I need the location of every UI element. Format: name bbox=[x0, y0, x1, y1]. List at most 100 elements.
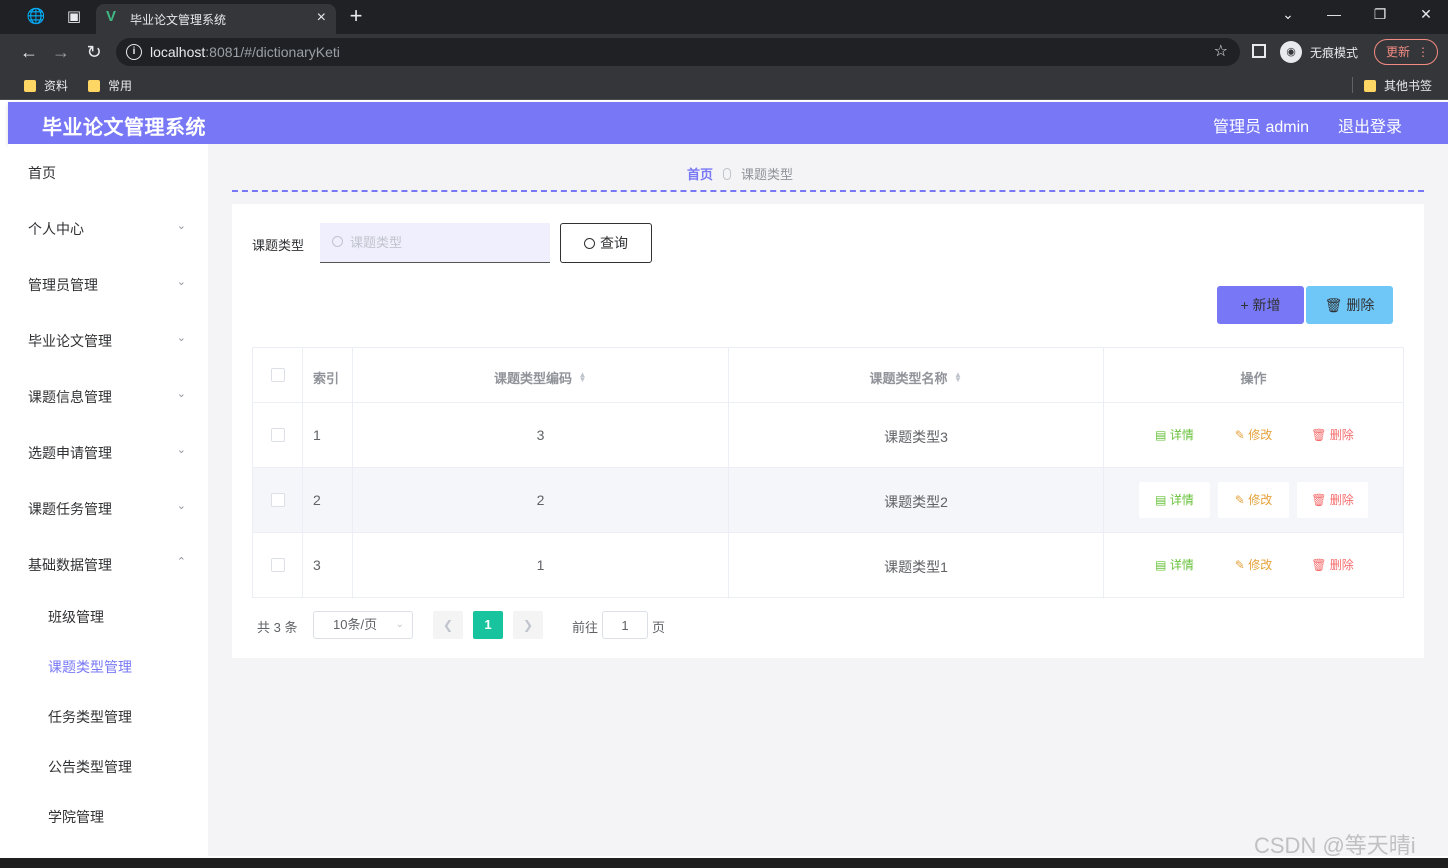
folder-icon bbox=[88, 80, 100, 92]
sidebar: 首页 个人中心 ⌄ 管理员管理 ⌄ 毕业论文管理 ⌄ 课题信息管理 ⌄ 选题申请… bbox=[8, 144, 208, 856]
sidebar-item-topic-task[interactable]: 课题任务管理 ⌄ bbox=[8, 480, 208, 536]
close-window-icon[interactable]: ✕ bbox=[1414, 6, 1438, 23]
document-icon: ▤ bbox=[1155, 493, 1170, 507]
plus-icon: + bbox=[1240, 297, 1253, 313]
row-index: 3 bbox=[313, 557, 321, 573]
current-user: 管理员 admin bbox=[1213, 119, 1310, 136]
page-size-select[interactable]: 10条/页 ⌄ bbox=[313, 611, 413, 639]
bookmark-folder[interactable]: 常用 bbox=[88, 77, 132, 94]
row-code: 1 bbox=[536, 557, 545, 573]
chevron-down-icon: ⌄ bbox=[176, 444, 186, 456]
query-button[interactable]: 查询 bbox=[560, 223, 652, 263]
address-bar[interactable]: i localhost:8081/#/dictionaryKeti ☆ bbox=[116, 38, 1240, 66]
search-icon bbox=[332, 236, 343, 247]
content-card: 课题类型 查询 + 新增 🗑 删除 索引 课题类型编码▲▼ 课题类型名称▲▼ 操… bbox=[232, 204, 1424, 658]
more-menu-icon: ⋮ bbox=[1417, 45, 1429, 59]
edit-button[interactable]: ✎ 修改 bbox=[1218, 547, 1289, 583]
row-index: 2 bbox=[313, 492, 321, 508]
sidebar-item-basic-data[interactable]: 基础数据管理 ⌃ bbox=[8, 536, 208, 592]
browser-tab-active[interactable]: V 毕业论文管理系统 × bbox=[96, 4, 336, 34]
url-text[interactable]: localhost:8081/#/dictionaryKeti bbox=[150, 44, 340, 60]
col-header-code[interactable]: 课题类型编码 ▲ ▼ bbox=[353, 368, 728, 387]
sidebar-subitem-class[interactable]: 班级管理 bbox=[8, 591, 208, 641]
bookmark-folder[interactable]: 资料 bbox=[24, 77, 68, 94]
watermark: CSDN @等天晴i bbox=[1254, 833, 1416, 858]
row-name: 课题类型1 bbox=[884, 559, 948, 575]
row-checkbox[interactable] bbox=[271, 493, 285, 507]
new-tab-icon[interactable]: + bbox=[344, 5, 368, 27]
sidebar-item-home[interactable]: 首页 bbox=[8, 144, 208, 200]
site-info-icon[interactable]: i bbox=[126, 44, 142, 60]
row-checkbox[interactable] bbox=[271, 428, 285, 442]
side-panel-icon[interactable] bbox=[1252, 44, 1266, 58]
sort-icon[interactable]: ▲ ▼ bbox=[954, 371, 963, 384]
chevron-down-icon: ⌄ bbox=[395, 619, 404, 630]
back-icon[interactable]: ← bbox=[18, 41, 40, 63]
pencil-icon: ✎ bbox=[1234, 428, 1249, 442]
select-all-checkbox[interactable] bbox=[271, 368, 285, 382]
folder-icon bbox=[1364, 80, 1376, 92]
document-icon: ▤ bbox=[1155, 558, 1170, 572]
close-tab-icon[interactable]: × bbox=[317, 9, 326, 27]
browser-tab-bar: 🌐 ▣ V 毕业论文管理系统 × + ⌄ — ❐ ✕ bbox=[0, 0, 1448, 34]
logout-link[interactable]: 退出登录 bbox=[1338, 113, 1402, 137]
detail-button[interactable]: ▤ 详情 bbox=[1139, 482, 1210, 518]
add-button[interactable]: + 新增 bbox=[1217, 286, 1304, 324]
sort-icon[interactable]: ▲ ▼ bbox=[578, 371, 587, 384]
goto-page-input[interactable] bbox=[602, 611, 648, 639]
breadcrumb-home[interactable]: 首页 bbox=[687, 167, 713, 182]
address-bar-row: ← → ↻ i localhost:8081/#/dictionaryKeti … bbox=[0, 34, 1448, 70]
bookmark-star-icon[interactable]: ☆ bbox=[1214, 41, 1228, 61]
globe-icon[interactable]: 🌐 bbox=[24, 6, 48, 28]
sidebar-item-profile[interactable]: 个人中心 ⌄ bbox=[8, 200, 208, 256]
batch-delete-button[interactable]: 🗑 删除 bbox=[1306, 286, 1393, 324]
sidebar-subitem-college[interactable]: 学院管理 bbox=[8, 791, 208, 841]
row-checkbox[interactable] bbox=[271, 558, 285, 572]
delete-button[interactable]: 🗑 删除 bbox=[1297, 417, 1368, 453]
search-icon bbox=[584, 238, 595, 249]
col-header-name[interactable]: 课题类型名称 ▲ ▼ bbox=[729, 368, 1103, 387]
page-number-current[interactable]: 1 bbox=[473, 611, 503, 639]
os-taskbar bbox=[0, 858, 1448, 868]
update-button[interactable]: 更新 ⋮ bbox=[1374, 39, 1438, 65]
sidebar-subitem-topic-type[interactable]: 课题类型管理 bbox=[8, 641, 208, 691]
sidebar-item-topic-apply[interactable]: 选题申请管理 ⌄ bbox=[8, 424, 208, 480]
tab-search-chevron-icon[interactable]: ⌄ bbox=[1276, 6, 1300, 23]
next-page-button[interactable]: ❯ bbox=[513, 611, 543, 639]
detail-button[interactable]: ▤ 详情 bbox=[1139, 417, 1210, 453]
minimize-icon[interactable]: — bbox=[1322, 6, 1346, 22]
table-row: 1 3 课题类型3 ▤ 详情 ✎ 修改 🗑 删除 bbox=[253, 403, 1403, 468]
search-input[interactable] bbox=[320, 223, 550, 263]
chevron-down-icon: ⌄ bbox=[176, 332, 186, 344]
edit-button[interactable]: ✎ 修改 bbox=[1218, 417, 1289, 453]
detail-button[interactable]: ▤ 详情 bbox=[1139, 547, 1210, 583]
reload-icon[interactable]: ↻ bbox=[83, 41, 105, 63]
trash-icon: 🗑 bbox=[1324, 297, 1347, 313]
edit-button[interactable]: ✎ 修改 bbox=[1218, 482, 1289, 518]
restore-icon[interactable]: ❐ bbox=[1368, 6, 1392, 23]
sidebar-item-topic-info[interactable]: 课题信息管理 ⌄ bbox=[8, 368, 208, 424]
row-code: 2 bbox=[536, 492, 545, 508]
breadcrumb: 首页 课题类型 bbox=[208, 164, 1272, 183]
prev-page-button[interactable]: ❮ bbox=[433, 611, 463, 639]
vue-logo-icon: V bbox=[106, 8, 117, 25]
sidebar-subitem-task-type[interactable]: 任务类型管理 bbox=[8, 691, 208, 741]
delete-button[interactable]: 🗑 删除 bbox=[1297, 482, 1368, 518]
incognito-icon: ◉ bbox=[1280, 41, 1302, 63]
breadcrumb-separator-icon bbox=[723, 168, 731, 180]
other-bookmarks[interactable]: 其他书签 bbox=[1364, 77, 1432, 94]
goto-label: 前往 bbox=[572, 620, 599, 635]
sidebar-item-thesis[interactable]: 毕业论文管理 ⌄ bbox=[8, 312, 208, 368]
folder-icon bbox=[24, 80, 36, 92]
sidebar-subitem-notice-type[interactable]: 公告类型管理 bbox=[8, 741, 208, 791]
delete-button[interactable]: 🗑 删除 bbox=[1297, 547, 1368, 583]
document-icon: ▤ bbox=[1155, 428, 1170, 442]
chevron-down-icon: ⌄ bbox=[176, 500, 186, 512]
table-header: 索引 课题类型编码 ▲ ▼ 课题类型名称 ▲ ▼ 操作 bbox=[253, 348, 1403, 403]
pagination: 共 3 条 10条/页⌄ ❮ 1 ❯ 前往 页 bbox=[257, 610, 757, 640]
tab-title: 毕业论文管理系统 bbox=[130, 13, 227, 27]
forward-icon[interactable]: → bbox=[50, 41, 72, 63]
app-header: 毕业论文管理系统 管理员 admin 退出登录 bbox=[8, 102, 1448, 144]
tab-strip-icon[interactable]: ▣ bbox=[62, 6, 86, 28]
sidebar-item-admin[interactable]: 管理员管理 ⌄ bbox=[8, 256, 208, 312]
